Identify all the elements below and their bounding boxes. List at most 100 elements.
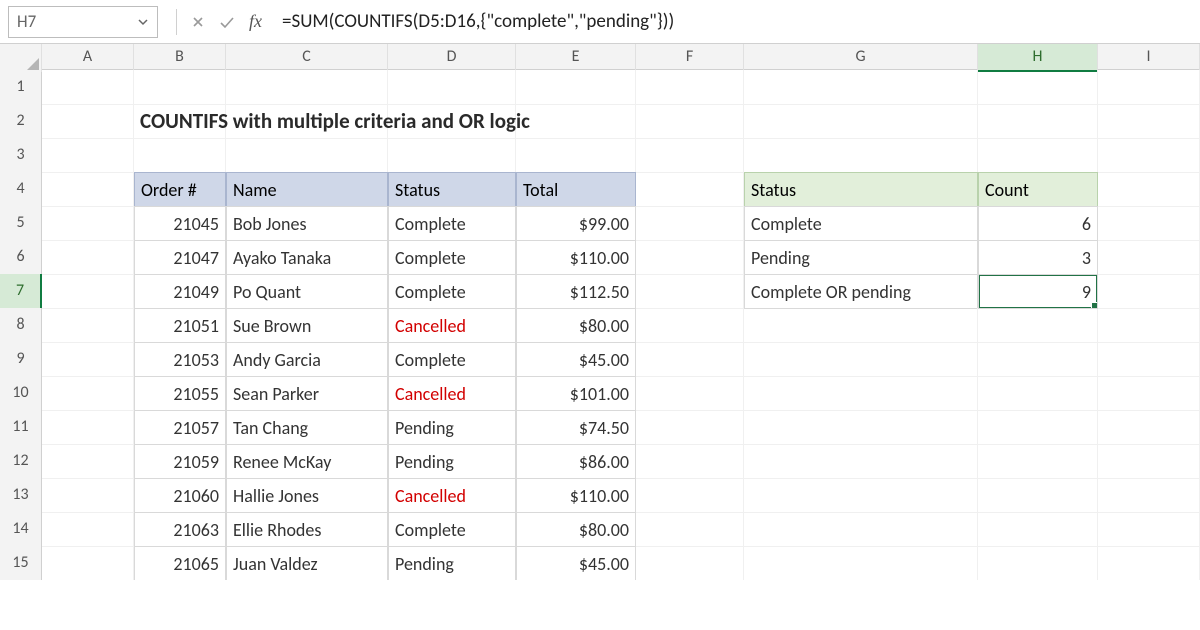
cell[interactable]: [744, 410, 978, 445]
col-header-E[interactable]: E: [516, 44, 636, 72]
row-header-11[interactable]: 11: [0, 410, 42, 445]
cell[interactable]: [1098, 342, 1200, 377]
cell[interactable]: [636, 138, 744, 173]
row-header-14[interactable]: 14: [0, 512, 42, 547]
cell[interactable]: [636, 546, 744, 580]
total-cell[interactable]: $99.00: [516, 206, 636, 241]
cell[interactable]: [1098, 478, 1200, 513]
total-cell[interactable]: $110.00: [516, 240, 636, 275]
col-header-A[interactable]: A: [42, 44, 134, 72]
row-header-4[interactable]: 4: [0, 172, 42, 207]
cell[interactable]: [744, 70, 978, 105]
cell[interactable]: [42, 546, 134, 580]
cell[interactable]: [134, 70, 226, 105]
cell[interactable]: [636, 70, 744, 105]
cell[interactable]: [516, 70, 636, 105]
name-cell[interactable]: Sue Brown: [226, 308, 388, 343]
cell[interactable]: [978, 70, 1098, 105]
cell[interactable]: [1098, 546, 1200, 580]
cell[interactable]: [744, 376, 978, 411]
cell[interactable]: [744, 342, 978, 377]
cell[interactable]: [516, 104, 636, 139]
cell[interactable]: [42, 410, 134, 445]
select-all-corner[interactable]: [0, 44, 42, 72]
cell[interactable]: [1098, 138, 1200, 173]
row-header-10[interactable]: 10: [0, 376, 42, 411]
order-cell[interactable]: 21063: [134, 512, 226, 547]
cell[interactable]: [42, 308, 134, 343]
total-cell[interactable]: $45.00: [516, 546, 636, 580]
chevron-down-icon[interactable]: [137, 16, 149, 28]
status-cell[interactable]: Complete: [388, 342, 516, 377]
cell[interactable]: [1098, 444, 1200, 479]
table-header-total[interactable]: Total: [516, 172, 636, 207]
cell[interactable]: [42, 206, 134, 241]
cell[interactable]: [978, 512, 1098, 547]
name-box[interactable]: H7: [8, 6, 158, 38]
order-cell[interactable]: 21065: [134, 546, 226, 580]
fx-icon[interactable]: fx: [249, 11, 262, 32]
name-cell[interactable]: Bob Jones: [226, 206, 388, 241]
cell[interactable]: [744, 308, 978, 343]
cell[interactable]: [636, 444, 744, 479]
status-cell[interactable]: Complete: [388, 274, 516, 309]
cell[interactable]: [636, 308, 744, 343]
cell[interactable]: [744, 138, 978, 173]
cell[interactable]: [42, 512, 134, 547]
cell[interactable]: [636, 240, 744, 275]
name-cell[interactable]: Renee McKay: [226, 444, 388, 479]
name-cell[interactable]: Ayako Tanaka: [226, 240, 388, 275]
cell[interactable]: [636, 206, 744, 241]
cell[interactable]: [744, 478, 978, 513]
total-cell[interactable]: $74.50: [516, 410, 636, 445]
row-header-8[interactable]: 8: [0, 308, 42, 343]
cell[interactable]: [42, 240, 134, 275]
name-cell[interactable]: Juan Valdez: [226, 546, 388, 580]
row-header-1[interactable]: 1: [0, 70, 42, 105]
cell[interactable]: [1098, 274, 1200, 309]
name-cell[interactable]: Po Quant: [226, 274, 388, 309]
status-cell[interactable]: Complete: [388, 512, 516, 547]
row-header-9[interactable]: 9: [0, 342, 42, 377]
order-cell[interactable]: 21060: [134, 478, 226, 513]
cell[interactable]: [636, 342, 744, 377]
cancel-icon[interactable]: [191, 15, 205, 29]
cell[interactable]: [388, 138, 516, 173]
cell[interactable]: [42, 342, 134, 377]
cell[interactable]: [226, 138, 388, 173]
col-header-G[interactable]: G: [744, 44, 978, 72]
col-header-F[interactable]: F: [636, 44, 744, 72]
order-cell[interactable]: 21055: [134, 376, 226, 411]
cell[interactable]: [978, 478, 1098, 513]
total-cell[interactable]: $86.00: [516, 444, 636, 479]
cell[interactable]: [744, 546, 978, 580]
summary-status[interactable]: Pending: [744, 240, 978, 275]
status-cell[interactable]: Cancelled: [388, 478, 516, 513]
order-cell[interactable]: 21045: [134, 206, 226, 241]
col-header-I[interactable]: I: [1098, 44, 1200, 72]
cell[interactable]: [1098, 512, 1200, 547]
total-cell[interactable]: $101.00: [516, 376, 636, 411]
cell[interactable]: [636, 104, 744, 139]
cell[interactable]: [42, 444, 134, 479]
cell[interactable]: [1098, 172, 1200, 207]
row-header-13[interactable]: 13: [0, 478, 42, 513]
col-header-C[interactable]: C: [226, 44, 388, 72]
cell[interactable]: [42, 478, 134, 513]
status-cell[interactable]: Pending: [388, 546, 516, 580]
order-cell[interactable]: 21059: [134, 444, 226, 479]
row-header-6[interactable]: 6: [0, 240, 42, 275]
cell[interactable]: [388, 70, 516, 105]
row-header-7[interactable]: 7: [0, 274, 42, 309]
cell[interactable]: [1098, 308, 1200, 343]
order-cell[interactable]: 21047: [134, 240, 226, 275]
cell[interactable]: [1098, 410, 1200, 445]
cell[interactable]: [42, 104, 134, 139]
cell[interactable]: [978, 308, 1098, 343]
cell[interactable]: [1098, 104, 1200, 139]
cell[interactable]: [636, 478, 744, 513]
cell[interactable]: [1098, 240, 1200, 275]
row-header-3[interactable]: 3: [0, 138, 42, 173]
order-cell[interactable]: 21049: [134, 274, 226, 309]
page-title[interactable]: COUNTIFS with multiple criteria and OR l…: [134, 104, 226, 139]
